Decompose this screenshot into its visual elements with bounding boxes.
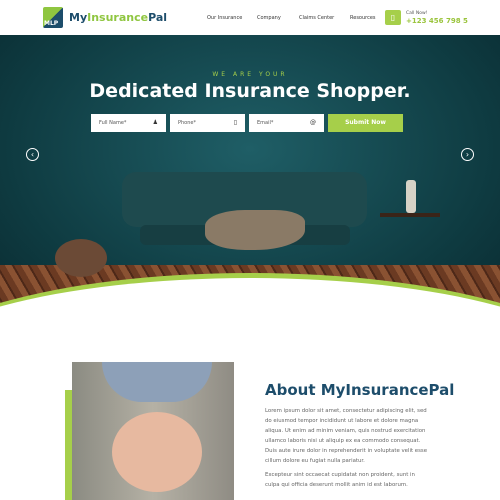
phone-icon: ▯ bbox=[233, 119, 237, 126]
family-hands-image bbox=[72, 362, 234, 500]
submit-button[interactable]: Submit Now bbox=[328, 114, 403, 132]
throw-blanket bbox=[205, 210, 305, 250]
nav-company[interactable]: Company bbox=[257, 15, 281, 21]
about-title: About MyInsurancePal bbox=[265, 381, 455, 399]
hero-title: Dedicated Insurance Shopper. bbox=[89, 80, 411, 102]
phone-number[interactable]: +123 456 798 5 bbox=[406, 17, 468, 25]
nav-resources[interactable]: Resources bbox=[350, 15, 376, 21]
user-icon: ♟ bbox=[152, 119, 158, 126]
phone-icon: ▯ bbox=[385, 10, 401, 25]
phone-input[interactable]: Phone* ▯ bbox=[170, 114, 245, 132]
vase bbox=[406, 180, 416, 213]
next-slide-icon[interactable]: › bbox=[461, 148, 474, 161]
nav-claims-center[interactable]: Claims Center bbox=[299, 15, 334, 21]
at-icon: @ bbox=[310, 119, 316, 126]
site-header: MLP MyInsurancePal Our Insurance Company… bbox=[0, 0, 500, 35]
plant-pot bbox=[55, 239, 107, 277]
about-paragraph-1: Lorem ipsum dolor sit amet, consectetur … bbox=[265, 408, 428, 464]
logo-icon[interactable]: MLP bbox=[43, 7, 63, 28]
full-name-input[interactable]: Full Name* ♟ bbox=[91, 114, 166, 132]
nav-our-insurance[interactable]: Our Insurance bbox=[207, 15, 242, 21]
call-label: Call Now! bbox=[406, 11, 428, 16]
sleeve bbox=[102, 362, 212, 402]
hands bbox=[112, 412, 202, 492]
prev-slide-icon[interactable]: ‹ bbox=[26, 148, 39, 161]
email-input[interactable]: Email* @ bbox=[249, 114, 324, 132]
about-paragraph-2: Excepteur sint occaecat cupidatat non pr… bbox=[265, 472, 415, 488]
brand-name[interactable]: MyInsurancePal bbox=[69, 11, 167, 24]
hero-tagline: WE ARE YOUR bbox=[212, 71, 288, 78]
side-table bbox=[380, 213, 440, 217]
